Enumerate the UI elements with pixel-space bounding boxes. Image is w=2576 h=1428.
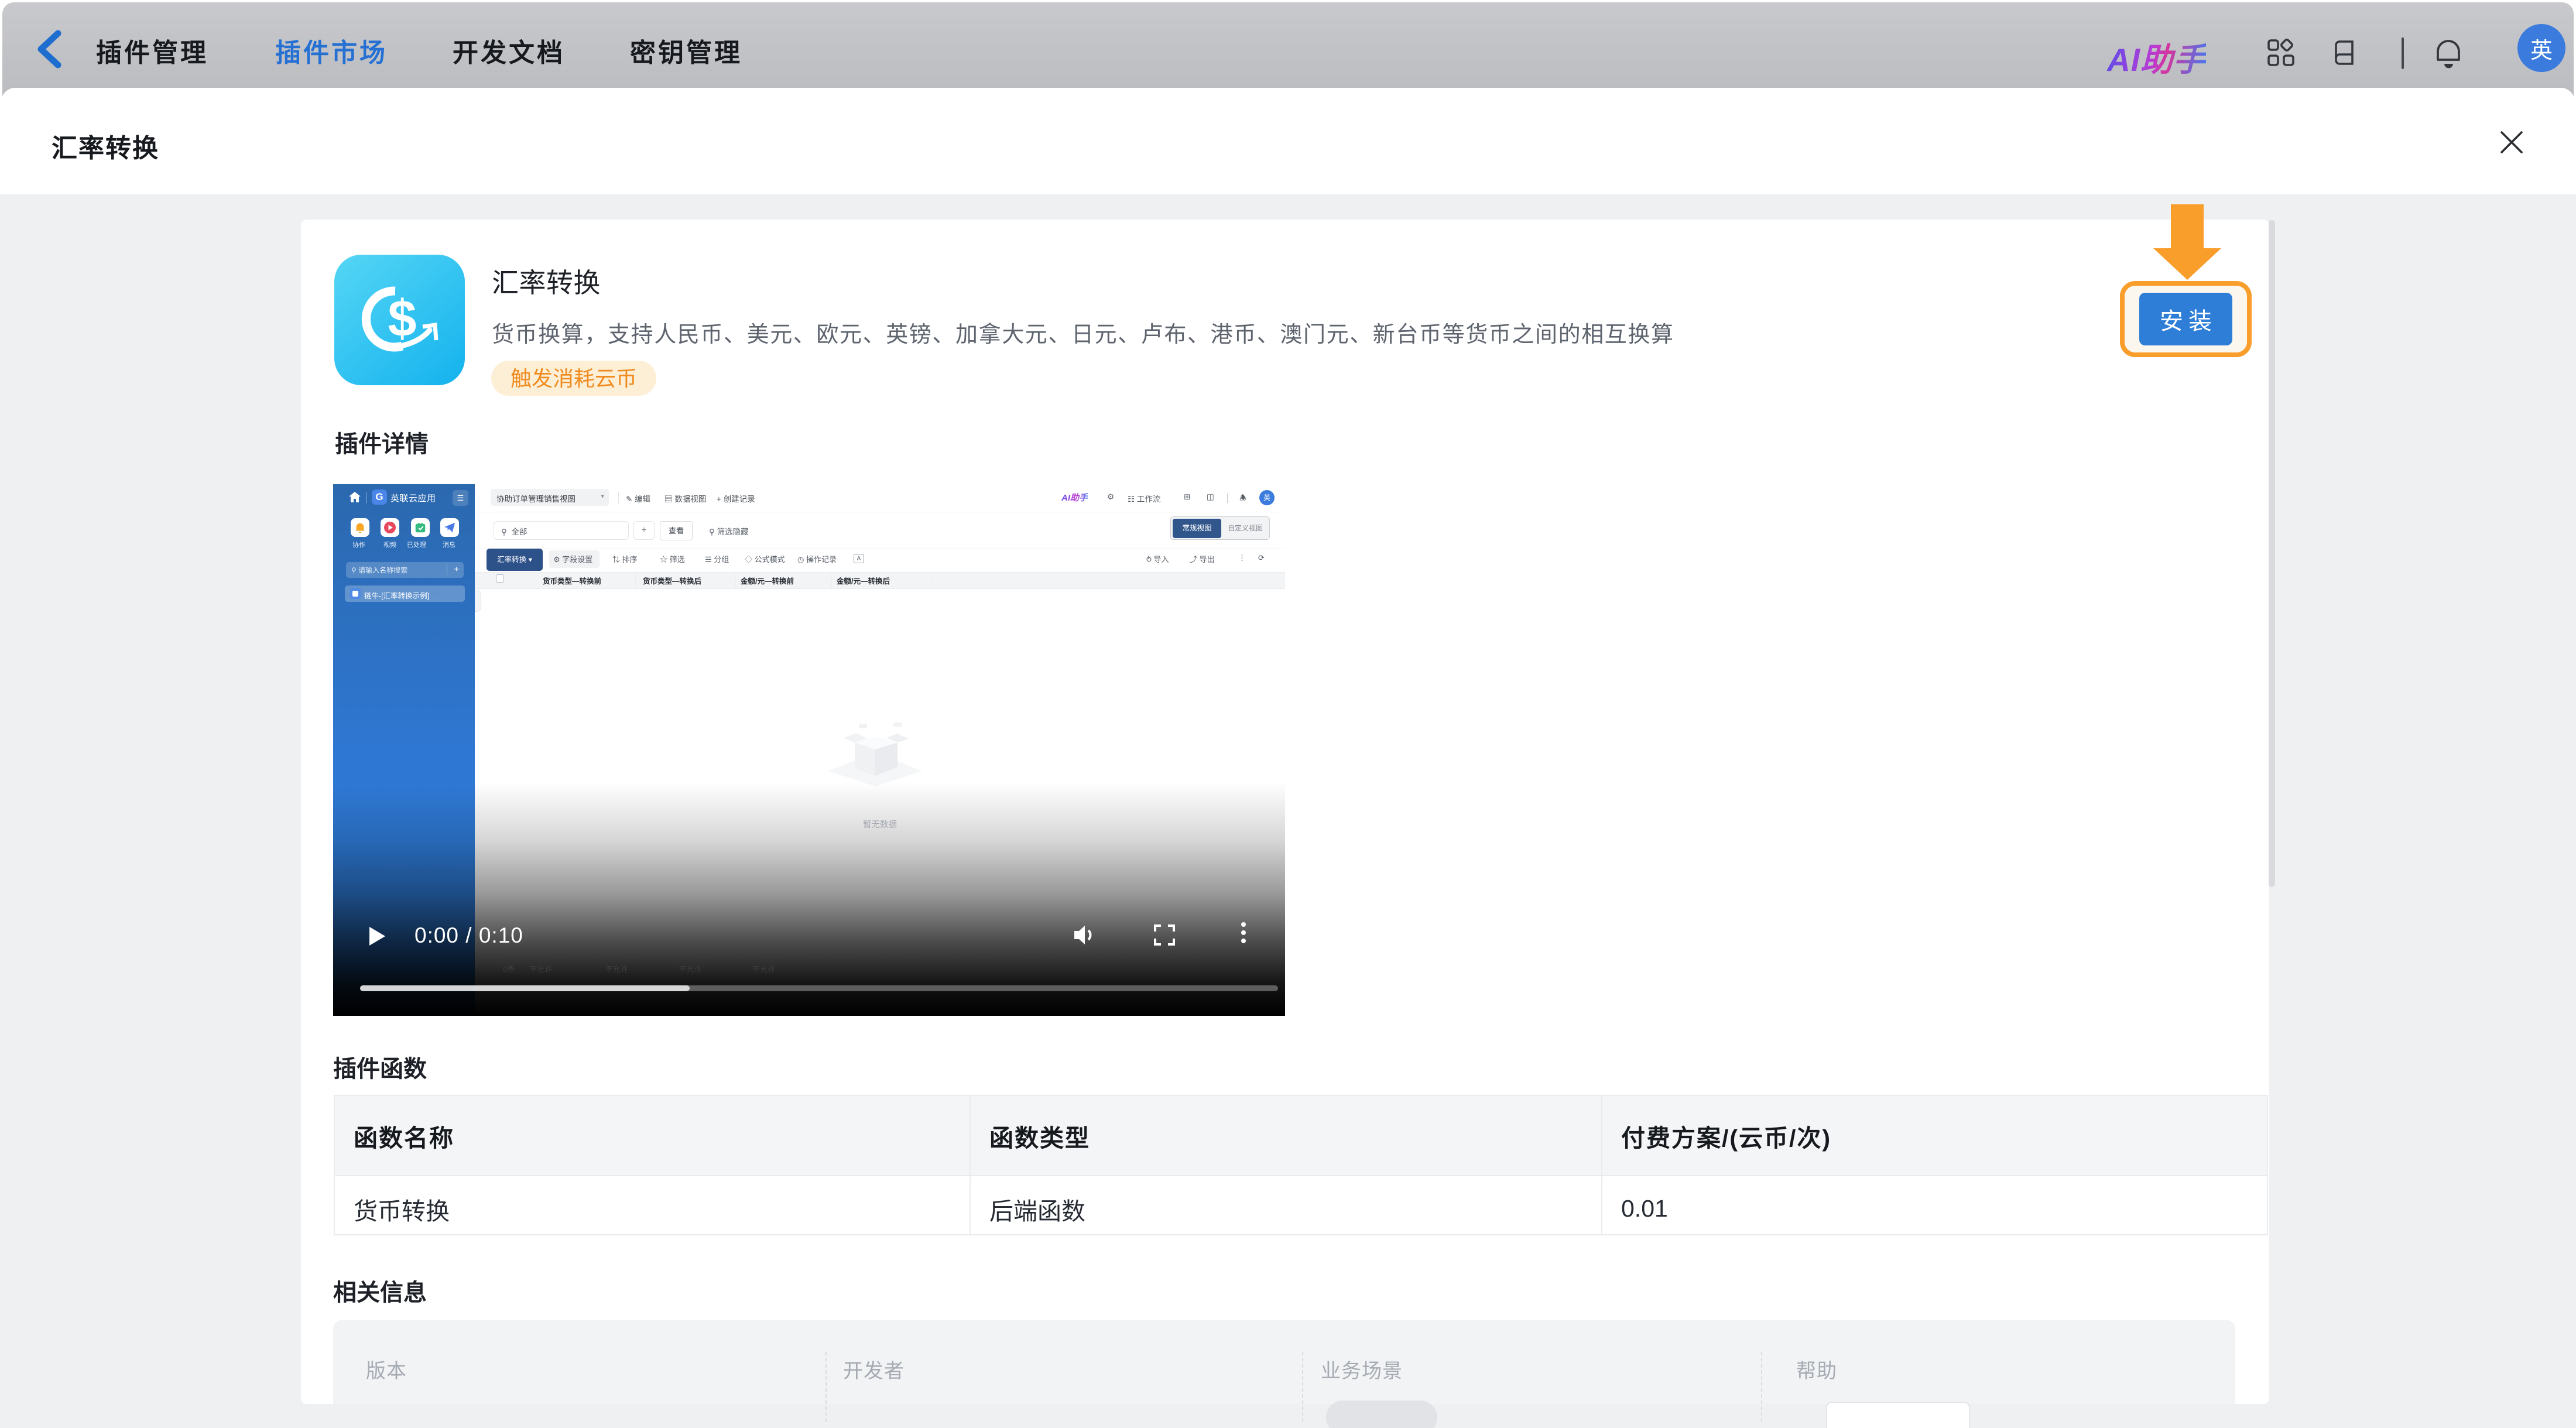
svg-text:$: $ [388,289,417,347]
